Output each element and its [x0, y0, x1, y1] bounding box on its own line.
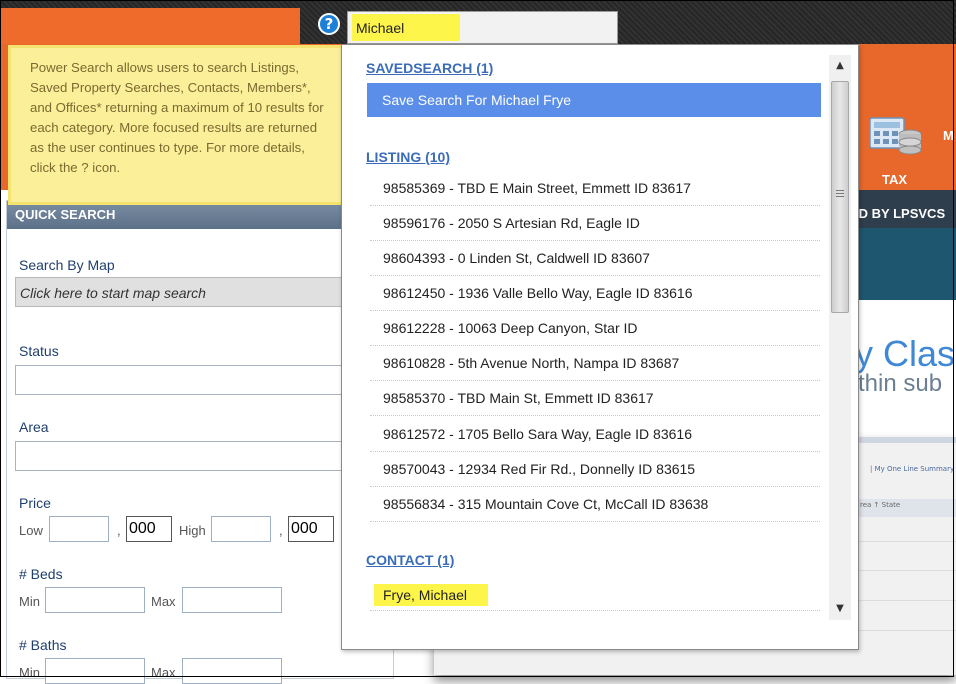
scrollbar-thumb[interactable]: [831, 81, 849, 313]
savedsearch-result-item[interactable]: Save Search For Michael Frye: [367, 83, 821, 117]
listing-result-item[interactable]: 98556834 - 315 Mountain Cove Ct, McCall …: [370, 487, 820, 522]
contact-section-header[interactable]: CONTACT (1): [366, 552, 454, 568]
scroll-down-arrow-icon[interactable]: ▼: [829, 598, 851, 620]
tax-label: TAX: [882, 172, 908, 187]
price-label: Price: [19, 495, 51, 511]
beds-max-input[interactable]: [182, 587, 282, 613]
m-nav-label[interactable]: M: [943, 128, 954, 143]
baths-max-input[interactable]: [182, 658, 282, 684]
beds-max-label: Max: [151, 594, 176, 609]
power-search-box[interactable]: [347, 11, 618, 44]
savedsearch-section-header[interactable]: SAVEDSEARCH (1): [366, 60, 493, 76]
price-low-label: Low: [19, 523, 43, 538]
area-label: Area: [19, 419, 49, 435]
baths-min-label: Min: [19, 665, 40, 680]
price-low-thousands[interactable]: 000: [126, 516, 172, 542]
beds-min-input[interactable]: [45, 587, 145, 613]
quick-search-header: QUICK SEARCH: [7, 201, 393, 229]
content-heading-fragment: y Class: [855, 333, 956, 374]
tooltip-text: Power Search allows users to search List…: [30, 60, 324, 175]
listing-result-item[interactable]: 98612228 - 10063 Deep Canyon, Star ID: [370, 311, 820, 346]
price-high-comma: ,: [279, 523, 283, 538]
embedded-summary-link: | My One Line Summary |: [870, 465, 956, 473]
baths-min-input[interactable]: [45, 658, 145, 684]
price-high-label: High: [179, 523, 206, 538]
quick-search-title: QUICK SEARCH: [15, 207, 116, 222]
baths-label: # Baths: [19, 637, 67, 653]
status-label: Status: [19, 343, 59, 359]
beds-label: # Beds: [19, 566, 63, 582]
area-input[interactable]: [15, 441, 345, 471]
price-low-comma: ,: [117, 523, 121, 538]
map-search-field[interactable]: Click here to start map search: [15, 277, 345, 307]
baths-max-label: Max: [151, 665, 176, 680]
tax-calculator-icon: [869, 117, 922, 155]
thumb-grip-icon: [836, 190, 844, 199]
quick-search-panel: QUICK SEARCH Search By Map Click here to…: [6, 200, 394, 684]
listing-result-item[interactable]: 98585369 - TBD E Main Street, Emmett ID …: [370, 171, 820, 206]
map-search-placeholder: Click here to start map search: [20, 285, 206, 301]
listing-result-item[interactable]: 98570043 - 12934 Red Fir Rd., Donnelly I…: [370, 452, 820, 487]
results-scrollbar[interactable]: ▲ ▼: [829, 55, 851, 620]
beds-min-label: Min: [19, 594, 40, 609]
power-search-results: SAVEDSEARCH (1) Save Search For Michael …: [341, 44, 859, 650]
contact-result-item[interactable]: Frye, Michael: [370, 579, 820, 611]
power-search-input[interactable]: [356, 16, 606, 39]
listing-result-item[interactable]: 98585370 - TBD Main St, Emmett ID 83617: [370, 381, 820, 416]
right-teal-banner: [850, 228, 956, 300]
price-high-thousands[interactable]: 000: [288, 516, 334, 542]
scroll-up-arrow-icon[interactable]: ▲: [829, 55, 851, 77]
listing-result-item[interactable]: 98610828 - 5th Avenue North, Nampa ID 83…: [370, 346, 820, 381]
top-bar-orange-segment: [0, 8, 300, 44]
listing-result-item[interactable]: 98596176 - 2050 S Artesian Rd, Eagle ID: [370, 206, 820, 241]
listing-result-item[interactable]: 98604393 - 0 Linden St, Caldwell ID 8360…: [370, 241, 820, 276]
top-bar: ?: [0, 0, 956, 44]
content-subheading-fragment: thin sub: [858, 370, 943, 397]
status-input[interactable]: [15, 365, 345, 395]
price-high-input[interactable]: [211, 516, 271, 542]
tax-nav-tile[interactable]: TAX: [858, 94, 938, 189]
power-search-tooltip: Power Search allows users to search List…: [8, 45, 345, 205]
search-by-map-label: Search By Map: [19, 257, 115, 273]
help-icon[interactable]: ?: [318, 13, 340, 35]
listing-result-item[interactable]: 98612450 - 1936 Valle Bello Way, Eagle I…: [370, 276, 820, 311]
right-header-text: ED BY LPSVCS: [850, 206, 946, 221]
price-low-input[interactable]: [49, 516, 109, 542]
listing-section-header[interactable]: LISTING (10): [366, 149, 450, 165]
listing-result-item[interactable]: 98612572 - 1705 Bello Sara Way, Eagle ID…: [370, 417, 820, 452]
embedded-column-headers: rea ↑ State: [860, 501, 901, 509]
